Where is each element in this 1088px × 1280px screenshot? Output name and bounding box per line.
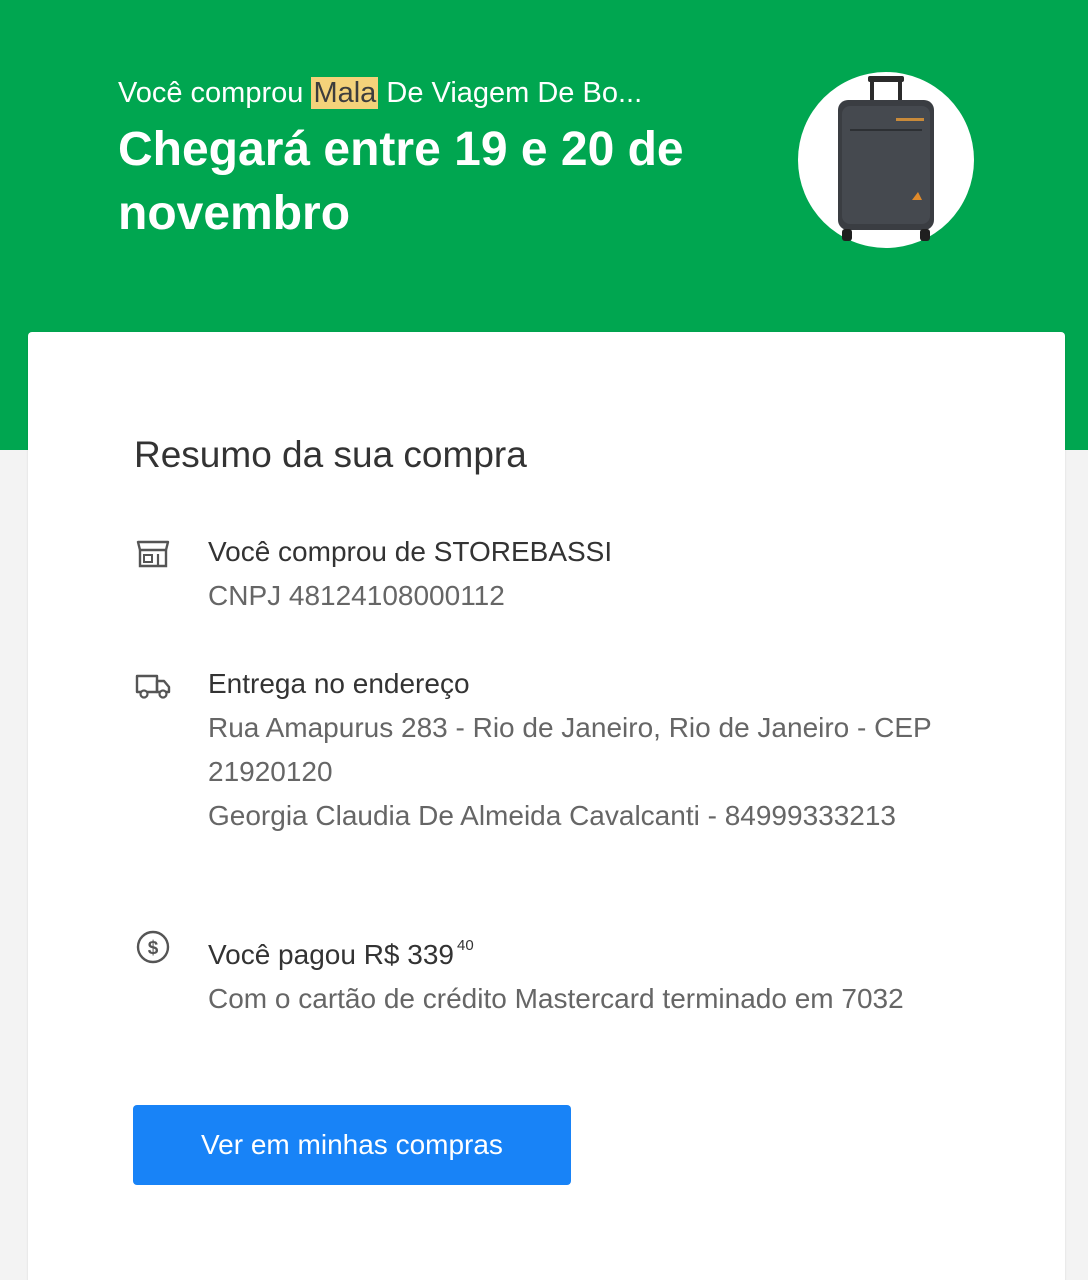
payment-amount: Você pagou R$ 339 40: [208, 924, 968, 977]
payment-method: Com o cartão de crédito Mastercard termi…: [208, 983, 904, 1014]
delivery-recipient: Georgia Claudia De Almeida Cavalcanti - …: [208, 800, 896, 831]
svg-text:$: $: [148, 938, 159, 959]
seller-cnpj: CNPJ 48124108000112: [208, 580, 505, 611]
payment-cents: 40: [456, 937, 474, 954]
search-highlight: Mala: [311, 77, 379, 109]
truck-icon: [135, 674, 171, 699]
summary-title: Resumo da sua compra: [134, 434, 527, 475]
purchased-prefix: Você comprou: [118, 77, 304, 109]
purchase-summary-card: Resumo da sua compra Você comprou de STO…: [28, 332, 1065, 1280]
payment-label: Você pagou R$ 339: [208, 939, 454, 970]
delivery-estimate-title: Chegará entre 19 e 20 de novembro: [118, 123, 684, 240]
purchased-product-line: Você comprou Mala De Viagem De Bo...: [118, 74, 642, 112]
delivery-address: Rua Amapurus 283 - Rio de Janeiro, Rio d…: [208, 712, 932, 787]
view-purchases-button[interactable]: Ver em minhas compras: [133, 1105, 571, 1185]
product-image: [798, 72, 974, 248]
product-name-truncated: De Viagem De Bo...: [386, 77, 643, 109]
delivery-label: Entrega no endereço: [208, 668, 470, 699]
suitcase-icon: [838, 76, 934, 241]
seller-name: Você comprou de STOREBASSI: [208, 536, 613, 567]
dollar-circle-icon: $: [136, 930, 170, 964]
store-icon: [136, 540, 170, 568]
